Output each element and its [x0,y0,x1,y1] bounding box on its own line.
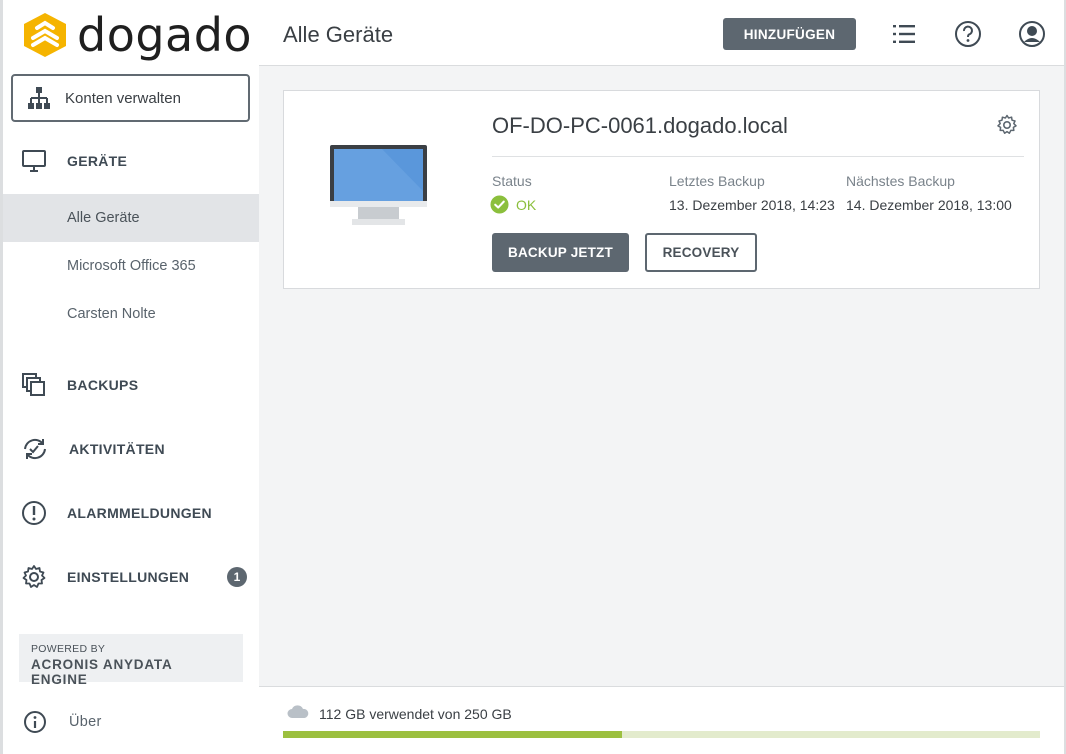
backups-icon [22,373,45,396]
storage-bar [283,731,1040,738]
activities-icon [24,438,46,460]
nav-backups[interactable]: BACKUPS [3,361,259,409]
nav-about[interactable]: Über [3,698,259,746]
last-backup-value: 13. Dezember 2018, 14:23 [669,197,835,213]
status-ok: OK [490,195,536,214]
page-title: Alle Geräte [283,22,394,47]
nav-devices[interactable]: GERÄTE [3,137,259,185]
last-backup-label: Letztes Backup [669,173,765,189]
device-settings-gear-icon[interactable] [995,113,1019,137]
storage-footer: 112 GB verwendet von 250 GB [259,686,1066,754]
storage-usage-text: 112 GB verwendet von 250 GB [319,706,512,722]
card-divider [492,156,1024,157]
powered-by-box: POWERED BY ACRONIS ANYDATA ENGINE [19,634,243,687]
help-icon[interactable] [953,19,983,49]
recovery-button[interactable]: RECOVERY [645,233,757,272]
device-name: OF-DO-PC-0061.dogado.local [492,113,788,138]
main-content: OF-DO-PC-0061.dogado.local Status OK Let… [259,66,1066,686]
nav-alerts-label: ALARMMELDUNGEN [67,505,212,521]
status-label: Status [492,173,532,189]
manage-accounts-button[interactable]: Konten verwalten [11,74,250,122]
nav-activities[interactable]: AKTIVITÄTEN [3,425,259,473]
storage-bar-fill [283,731,623,738]
add-button[interactable]: HINZUFÜGEN [723,18,856,50]
list-icon[interactable] [889,19,919,49]
nav-settings-label: EINSTELLUNGEN [67,569,190,585]
nav-alerts[interactable]: ALARMMELDUNGEN [3,489,259,537]
nav-activities-label: AKTIVITÄTEN [69,441,165,457]
device-card: OF-DO-PC-0061.dogado.local Status OK Let… [283,90,1040,289]
powered-by-engine: ACRONIS ANYDATA ENGINE [31,657,172,687]
dogado-logo-icon [24,13,66,57]
gear-icon [22,565,46,588]
dogado-logo[interactable]: dogado [23,8,253,62]
desktop-computer-icon [330,145,427,225]
nav-about-label: Über [69,714,102,730]
powered-by-label: POWERED BY [31,643,106,655]
next-backup-label: Nächstes Backup [846,173,955,189]
user-icon[interactable] [1017,19,1047,49]
backup-now-button[interactable]: BACKUP JETZT [492,233,629,272]
org-chart-icon [28,87,50,109]
top-header: Alle Geräte HINZUFÜGEN [259,0,1066,66]
alert-icon [22,501,46,525]
status-value: OK [516,196,537,213]
nav-devices-label: GERÄTE [67,153,128,169]
sidebar: dogado Konten verwalten GERÄTE Alle Gerä… [0,0,259,754]
brand-name: dogado [77,8,253,62]
nav-all-devices[interactable]: Alle Geräte [3,194,259,242]
nav-office-365[interactable]: Microsoft Office 365 [3,242,259,290]
monitor-icon [22,150,46,172]
checkmark-circle-icon [490,195,509,214]
nav-carsten-nolte[interactable]: Carsten Nolte [3,290,259,338]
info-icon [24,711,46,733]
settings-badge: 1 [227,567,247,587]
nav-settings[interactable]: EINSTELLUNGEN 1 [3,553,259,601]
manage-accounts-label: Konten verwalten [65,89,181,107]
nav-backups-label: BACKUPS [67,377,139,393]
next-backup-value: 14. Dezember 2018, 13:00 [846,197,1012,213]
cloud-icon [287,705,309,718]
